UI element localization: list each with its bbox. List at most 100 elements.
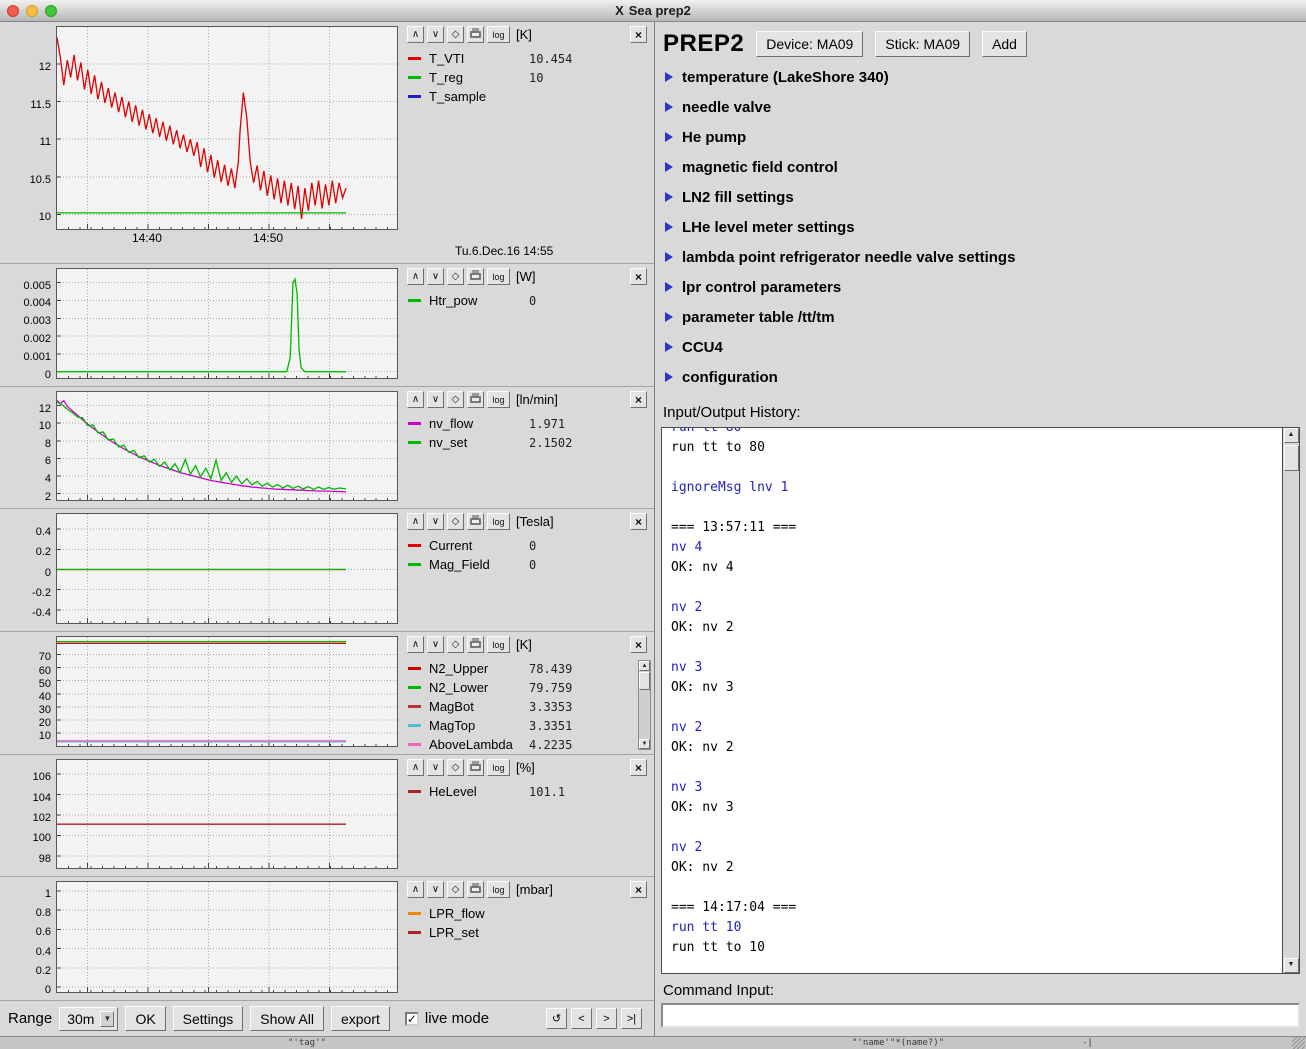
section-item-magnetic-field-control[interactable]: magnetic field control [655, 152, 1306, 182]
section-item-lpr-control-parameters[interactable]: lpr control parameters [655, 272, 1306, 302]
section-item-lhe-level-meter-settings[interactable]: LHe level meter settings [655, 212, 1306, 242]
chart-plot-area[interactable] [56, 513, 398, 631]
chart-close-button[interactable]: × [630, 513, 647, 530]
print-button[interactable] [467, 268, 484, 285]
zoom-reset-button[interactable]: ◇ [447, 268, 464, 285]
zoom-reset-button[interactable]: ◇ [447, 881, 464, 898]
chart-close-button[interactable]: × [630, 881, 647, 898]
zoom-reset-button[interactable]: ◇ [447, 513, 464, 530]
expand-triangle-icon[interactable] [665, 72, 673, 82]
page-right-button[interactable]: > [596, 1008, 617, 1029]
section-item-needle-valve[interactable]: needle valve [655, 92, 1306, 122]
settings-button[interactable]: Settings [173, 1006, 244, 1031]
scale-down-button[interactable]: ∨ [427, 513, 444, 530]
chart-plot-area[interactable]: 14:4014:50 [56, 26, 398, 263]
scroll-down-arrow[interactable]: ▼ [639, 739, 650, 749]
log-scale-button[interactable]: log [487, 26, 510, 43]
scale-up-button[interactable]: ∧ [407, 268, 424, 285]
chart-close-button[interactable]: × [630, 636, 647, 653]
show-all-button[interactable]: Show All [250, 1006, 324, 1031]
scroll-thumb[interactable] [639, 672, 650, 690]
scale-up-button[interactable]: ∧ [407, 26, 424, 43]
scale-up-button[interactable]: ∧ [407, 391, 424, 408]
zoom-reset-button[interactable]: ◇ [447, 636, 464, 653]
zoom-reset-button[interactable]: ◇ [447, 26, 464, 43]
scroll-thumb[interactable] [1284, 445, 1299, 471]
expand-triangle-icon[interactable] [665, 312, 673, 322]
chart-plot-area[interactable] [56, 759, 398, 876]
zoom-window-button[interactable] [45, 5, 57, 17]
export-button[interactable]: export [331, 1006, 390, 1031]
chart-plot-area[interactable] [56, 268, 398, 386]
scroll-up-arrow[interactable]: ▲ [639, 661, 650, 671]
range-select[interactable]: 30m ▼ [59, 1007, 118, 1031]
chart-canvas[interactable] [56, 513, 398, 624]
scale-down-button[interactable]: ∨ [427, 881, 444, 898]
log-scale-button[interactable]: log [487, 759, 510, 776]
print-button[interactable] [467, 881, 484, 898]
live-mode-toggle[interactable]: ✓ live mode [405, 1010, 489, 1027]
close-window-button[interactable] [7, 5, 19, 17]
scale-up-button[interactable]: ∧ [407, 881, 424, 898]
resize-grip[interactable] [1292, 1037, 1305, 1049]
chart-canvas[interactable] [56, 759, 398, 869]
zoom-reset-button[interactable]: ◇ [447, 759, 464, 776]
expand-triangle-icon[interactable] [665, 282, 673, 292]
section-item-ln2-fill-settings[interactable]: LN2 fill settings [655, 182, 1306, 212]
chart-close-button[interactable]: × [630, 391, 647, 408]
scale-down-button[interactable]: ∨ [427, 268, 444, 285]
scroll-down-arrow[interactable]: ▼ [1284, 958, 1299, 973]
page-left-button[interactable]: < [571, 1008, 592, 1029]
add-button[interactable]: Add [982, 31, 1027, 57]
minimize-window-button[interactable] [26, 5, 38, 17]
scroll-up-arrow[interactable]: ▲ [1284, 428, 1299, 443]
live-mode-checkbox[interactable]: ✓ [405, 1012, 419, 1026]
expand-triangle-icon[interactable] [665, 192, 673, 202]
log-scale-button[interactable]: log [487, 268, 510, 285]
chart-canvas[interactable] [56, 26, 398, 230]
expand-triangle-icon[interactable] [665, 372, 673, 382]
chart-canvas[interactable] [56, 881, 398, 993]
expand-triangle-icon[interactable] [665, 222, 673, 232]
chart-plot-area[interactable] [56, 391, 398, 508]
scale-down-button[interactable]: ∨ [427, 636, 444, 653]
section-item-he-pump[interactable]: He pump [655, 122, 1306, 152]
jump-latest-button[interactable]: >| [621, 1008, 642, 1029]
io-history-box[interactable]: run tt 80run tt to 80 ignoreMsg lnv 1 ==… [661, 427, 1300, 974]
scale-down-button[interactable]: ∨ [427, 759, 444, 776]
chart-close-button[interactable]: × [630, 759, 647, 776]
section-item-configuration[interactable]: configuration [655, 362, 1306, 392]
scale-up-button[interactable]: ∧ [407, 636, 424, 653]
section-item-ccu4[interactable]: CCU4 [655, 332, 1306, 362]
print-button[interactable] [467, 391, 484, 408]
chart-canvas[interactable] [56, 636, 398, 747]
section-item-temperature-lakeshore-340[interactable]: temperature (LakeShore 340) [655, 62, 1306, 92]
chart-canvas[interactable] [56, 391, 398, 501]
log-scale-button[interactable]: log [487, 513, 510, 530]
chart-plot-area[interactable] [56, 881, 398, 1000]
zoom-reset-button[interactable]: ◇ [447, 391, 464, 408]
section-item-parameter-table-tt-tm[interactable]: parameter table /tt/tm [655, 302, 1306, 332]
print-button[interactable] [467, 759, 484, 776]
command-input[interactable] [661, 1003, 1300, 1028]
chart-plot-area[interactable] [56, 636, 398, 754]
scale-down-button[interactable]: ∨ [427, 26, 444, 43]
expand-triangle-icon[interactable] [665, 132, 673, 142]
print-button[interactable] [467, 26, 484, 43]
expand-triangle-icon[interactable] [665, 342, 673, 352]
expand-triangle-icon[interactable] [665, 252, 673, 262]
expand-triangle-icon[interactable] [665, 162, 673, 172]
log-scale-button[interactable]: log [487, 391, 510, 408]
scale-up-button[interactable]: ∧ [407, 759, 424, 776]
jump-back-button[interactable]: ↺ [546, 1008, 567, 1029]
scale-up-button[interactable]: ∧ [407, 513, 424, 530]
history-scrollbar[interactable]: ▲ ▼ [1282, 428, 1299, 973]
log-scale-button[interactable]: log [487, 636, 510, 653]
legend-scrollbar[interactable]: ▲▼ [638, 660, 651, 750]
expand-triangle-icon[interactable] [665, 102, 673, 112]
section-item-lambda-point-refrigerator-needle-valve-s[interactable]: lambda point refrigerator needle valve s… [655, 242, 1306, 272]
print-button[interactable] [467, 513, 484, 530]
chart-canvas[interactable] [56, 268, 398, 379]
chart-close-button[interactable]: × [630, 268, 647, 285]
chart-close-button[interactable]: × [630, 26, 647, 43]
